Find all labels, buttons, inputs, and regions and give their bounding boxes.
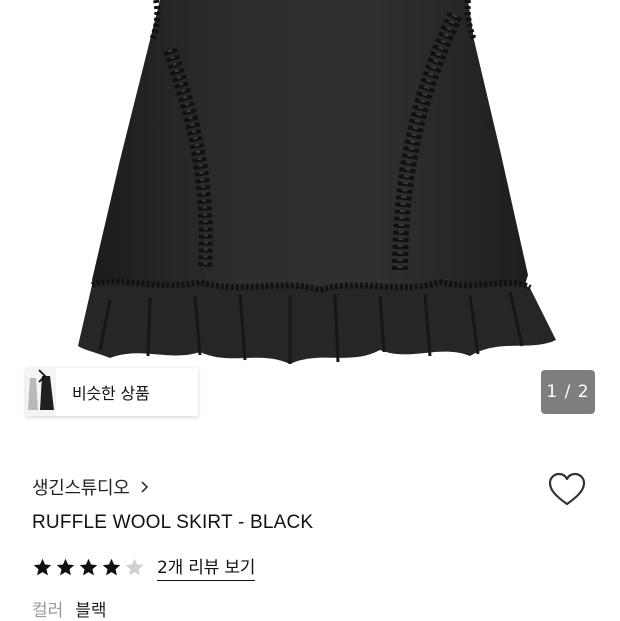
brand-link[interactable]: 생긴스튜디오 [32, 474, 150, 500]
reviews-link[interactable]: 2개 리뷰 보기 [157, 553, 255, 581]
color-option: 컬러 블랙 [32, 596, 107, 621]
similar-products-label: 비슷한 상품 [72, 384, 150, 403]
product-title: RUFFLE WOOL SKIRT - BLACK [32, 512, 314, 533]
star-empty-icon [125, 558, 144, 575]
product-photo [78, 0, 556, 364]
star-filled-icon [102, 558, 121, 575]
product-image-gallery[interactable]: 비슷한 상품 1 / 2 [0, 0, 620, 428]
rating-stars [32, 557, 147, 578]
star-filled-icon [79, 558, 98, 575]
chevron-right-icon [140, 481, 148, 493]
brand-name: 생긴스튜디오 [32, 478, 130, 499]
similar-products-button[interactable]: 비슷한 상품 [26, 368, 198, 416]
star-filled-icon [56, 558, 75, 575]
rating-row: 2개 리뷰 보기 [32, 553, 255, 581]
option-label: 컬러 [32, 601, 64, 621]
heart-icon[interactable] [546, 470, 588, 510]
image-page-counter: 1 / 2 [541, 370, 595, 414]
chevron-right-icon [38, 369, 47, 383]
option-value: 블랙 [75, 601, 107, 621]
star-filled-icon [33, 558, 52, 575]
